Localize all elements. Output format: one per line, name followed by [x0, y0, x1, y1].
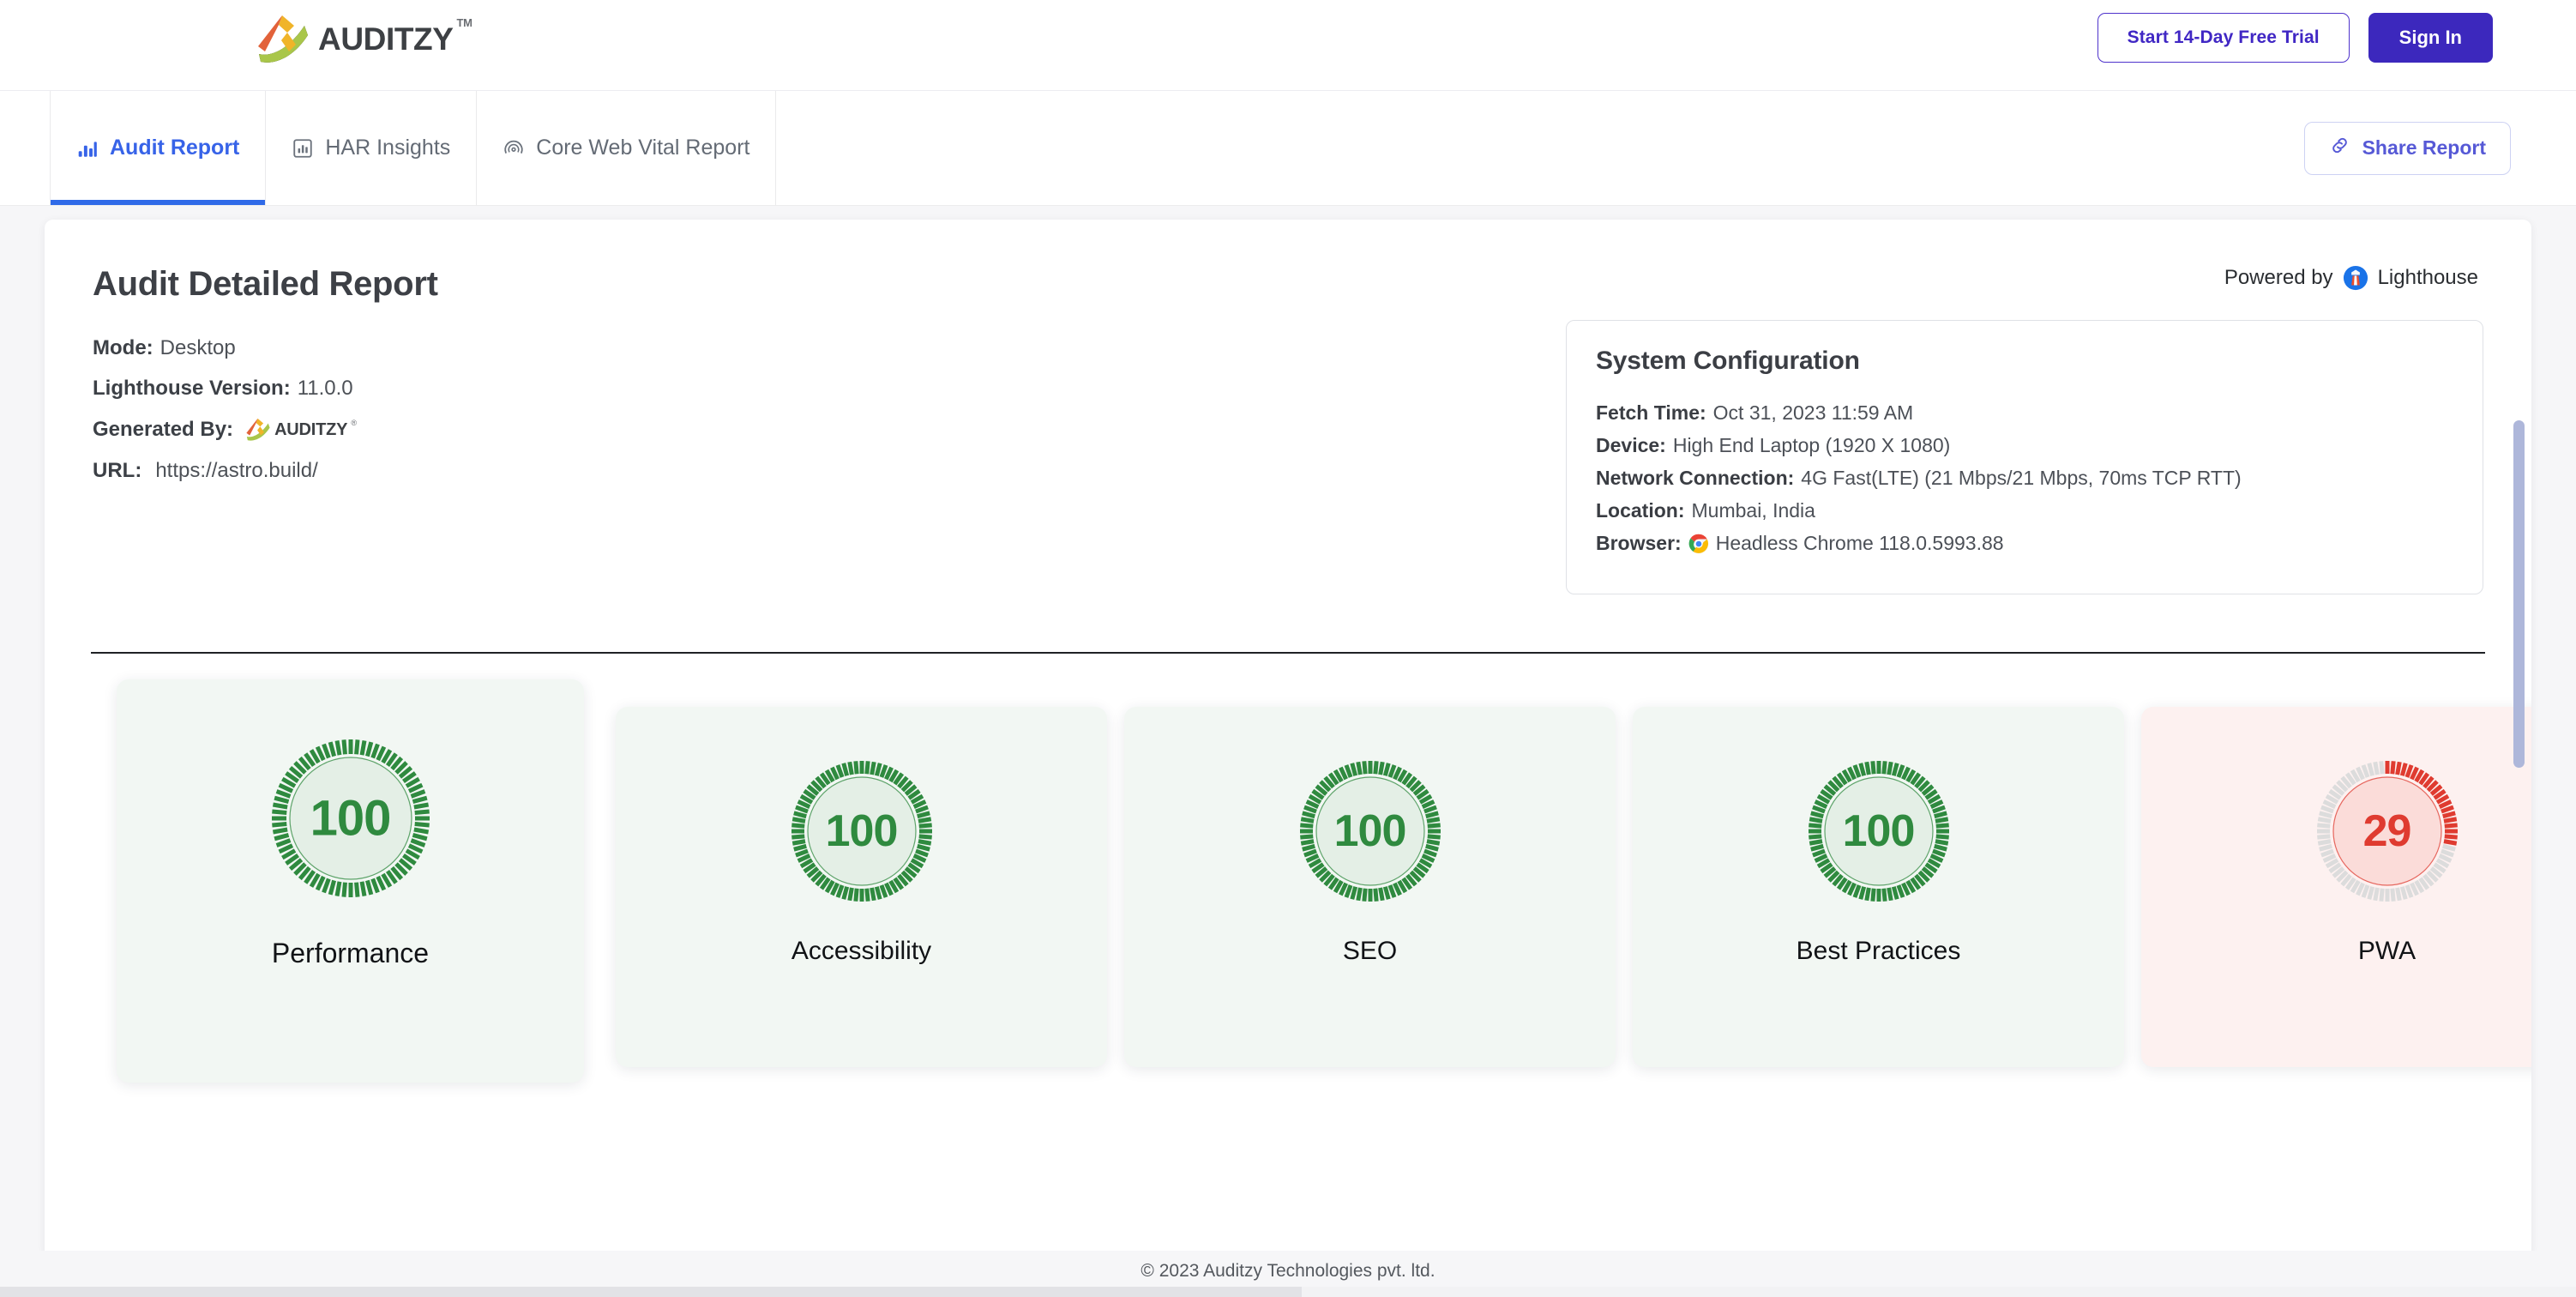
horizontal-scrollbar-thumb[interactable] [0, 1287, 1302, 1297]
fetch-time-value: Oct 31, 2023 11:59 AM [1712, 401, 1914, 424]
score-card-best-practices[interactable]: 100 Best Practices [1633, 707, 2124, 1067]
tab-audit-report[interactable]: Audit Report [50, 91, 267, 205]
brand-logo[interactable]: AUDITZY TM [256, 12, 472, 67]
report-top: Audit Detailed Report Mode: Desktop Ligh… [93, 265, 2483, 594]
score-label: Best Practices [1796, 937, 1961, 965]
report-meta-block: Audit Detailed Report Mode: Desktop Ligh… [93, 265, 1566, 499]
location-value: Mumbai, India [1691, 499, 1815, 522]
site-header: AUDITZY TM Start 14-Day Free Trial Sign … [0, 0, 2576, 91]
tab-har-insights[interactable]: HAR Insights [266, 91, 478, 205]
url-label: URL: [93, 459, 142, 482]
header-actions: Start 14-Day Free Trial Sign In [2097, 13, 2493, 63]
score-gauge: 100 [789, 758, 935, 904]
lighthouse-label: Lighthouse [2377, 266, 2478, 289]
url-value[interactable]: https://astro.build/ [155, 459, 317, 483]
audit-report-panel: Audit Detailed Report Mode: Desktop Ligh… [45, 220, 2531, 1259]
share-report-button[interactable]: Share Report [2303, 121, 2511, 175]
score-label: PWA [2357, 937, 2417, 965]
device-value: High End Laptop (1920 X 1080) [1672, 434, 1951, 456]
chart-box-icon [292, 137, 314, 160]
mode-label: Mode: [93, 336, 153, 359]
fetch-time-label: Fetch Time: [1596, 401, 1706, 424]
device-label: Device: [1596, 434, 1666, 456]
lighthouse-version-value: 11.0.0 [297, 377, 353, 400]
bar-chart-icon [76, 137, 99, 160]
score-value: 100 [1842, 806, 1916, 856]
score-card-seo[interactable]: 100 SEO [1124, 707, 1616, 1067]
link-icon [2329, 135, 2350, 161]
mode-value: Desktop [159, 336, 236, 359]
system-configuration-title: System Configuration [1596, 347, 1860, 375]
page-title: Audit Detailed Report [93, 265, 438, 303]
score-gauge: 100 [1297, 758, 1443, 904]
tab-audit-report-label: Audit Report [110, 136, 240, 160]
chrome-icon [1688, 534, 1716, 554]
score-value: 29 [2362, 806, 2412, 856]
section-divider [91, 652, 2485, 654]
system-configuration-card: System Configuration Fetch Time: Oct 31,… [1566, 320, 2483, 594]
sysconfig-row-fetch-time: Fetch Time: Oct 31, 2023 11:59 AM [1596, 401, 2453, 425]
meta-row-mode: Mode: Desktop [93, 336, 1566, 360]
score-label: Accessibility [791, 937, 932, 965]
panel-scroll-region[interactable]: Audit Detailed Report Mode: Desktop Ligh… [0, 206, 2576, 1297]
browser-value: Headless Chrome 118.0.5993.88 [1715, 532, 2004, 554]
score-gauge: 29 [2314, 758, 2460, 904]
lighthouse-version-label: Lighthouse Version: [93, 377, 291, 400]
brand-wordmark: AUDITZY TM [318, 16, 472, 57]
vertical-scrollbar-thumb[interactable] [2513, 420, 2525, 768]
powered-by-lighthouse: Powered by Lighthouse [1566, 265, 2478, 291]
tab-list: Audit Report HAR Insights Core Web Vital… [0, 91, 777, 205]
score-card-list: 100 Performance 100 Accessibility 100 SEO 100 B… [45, 679, 2531, 1083]
share-report-label: Share Report [2362, 136, 2486, 159]
lighthouse-icon [2343, 265, 2368, 291]
sign-in-button[interactable]: Sign In [2368, 13, 2493, 63]
auditzy-mark-icon [256, 12, 310, 67]
browser-label: Browser: [1596, 532, 1682, 554]
score-gauge: 100 [269, 737, 432, 900]
share-report-area: Share Report [2303, 91, 2576, 205]
score-card-pwa[interactable]: 29 PWA [2141, 707, 2531, 1067]
score-label: SEO [1342, 937, 1398, 965]
location-label: Location: [1596, 499, 1685, 522]
panel-inner: Audit Detailed Report Mode: Desktop Ligh… [45, 265, 2531, 594]
tab-har-insights-label: HAR Insights [325, 136, 451, 160]
score-gauge: 100 [1806, 758, 1952, 904]
network-connection-value: 4G Fast(LTE) (21 Mbps/21 Mbps, 70ms TCP … [1801, 467, 2242, 489]
score-value: 100 [825, 806, 899, 856]
page-footer: © 2023 Auditzy Technologies pvt. ltd. [0, 1251, 2576, 1288]
generated-by-label: Generated By: [93, 418, 234, 441]
powered-by-prefix: Powered by [2224, 266, 2333, 289]
score-value: 100 [1333, 806, 1407, 856]
horizontal-scrollbar[interactable] [0, 1287, 2576, 1297]
generated-by-tm: ® [351, 419, 357, 427]
sysconfig-row-network-connection: Network Connection: 4G Fast(LTE) (21 Mbp… [1596, 467, 2453, 490]
vertical-scrollbar[interactable] [2513, 420, 2525, 1297]
score-label: Performance [271, 938, 430, 968]
generated-by-value: AUDITZY [274, 419, 348, 439]
meta-row-generated-by: Generated By: AUDITZY ® [93, 417, 1566, 443]
meta-row-url: URL: https://astro.build/ [93, 459, 1566, 483]
meta-row-lighthouse-version: Lighthouse Version: 11.0.0 [93, 377, 1566, 401]
brand-tm-text: TM [456, 16, 472, 29]
generated-by-auditzy-logo: AUDITZY ® [245, 417, 357, 443]
auditzy-mark-small-icon [245, 417, 271, 443]
network-connection-label: Network Connection: [1596, 467, 1795, 489]
tab-core-web-vital-label: Core Web Vital Report [536, 136, 750, 160]
score-value: 100 [310, 790, 392, 847]
score-card-accessibility[interactable]: 100 Accessibility [616, 707, 1107, 1067]
brand-name-text: AUDITZY [318, 21, 454, 57]
sysconfig-row-browser: Browser: Headless Chrome 118.0.5993.88 [1596, 532, 2453, 555]
gauge-icon [503, 137, 525, 160]
start-free-trial-button[interactable]: Start 14-Day Free Trial [2097, 13, 2350, 63]
sysconfig-row-location: Location: Mumbai, India [1596, 499, 2453, 522]
sysconfig-row-device: Device: High End Laptop (1920 X 1080) [1596, 434, 2453, 457]
tab-core-web-vital-report[interactable]: Core Web Vital Report [477, 91, 777, 205]
score-card-performance[interactable]: 100 Performance [117, 679, 584, 1083]
system-config-column: Powered by Lighthouse System Configurati… [1566, 265, 2483, 594]
report-tabbar: Audit Report HAR Insights Core Web Vital… [0, 91, 2576, 206]
